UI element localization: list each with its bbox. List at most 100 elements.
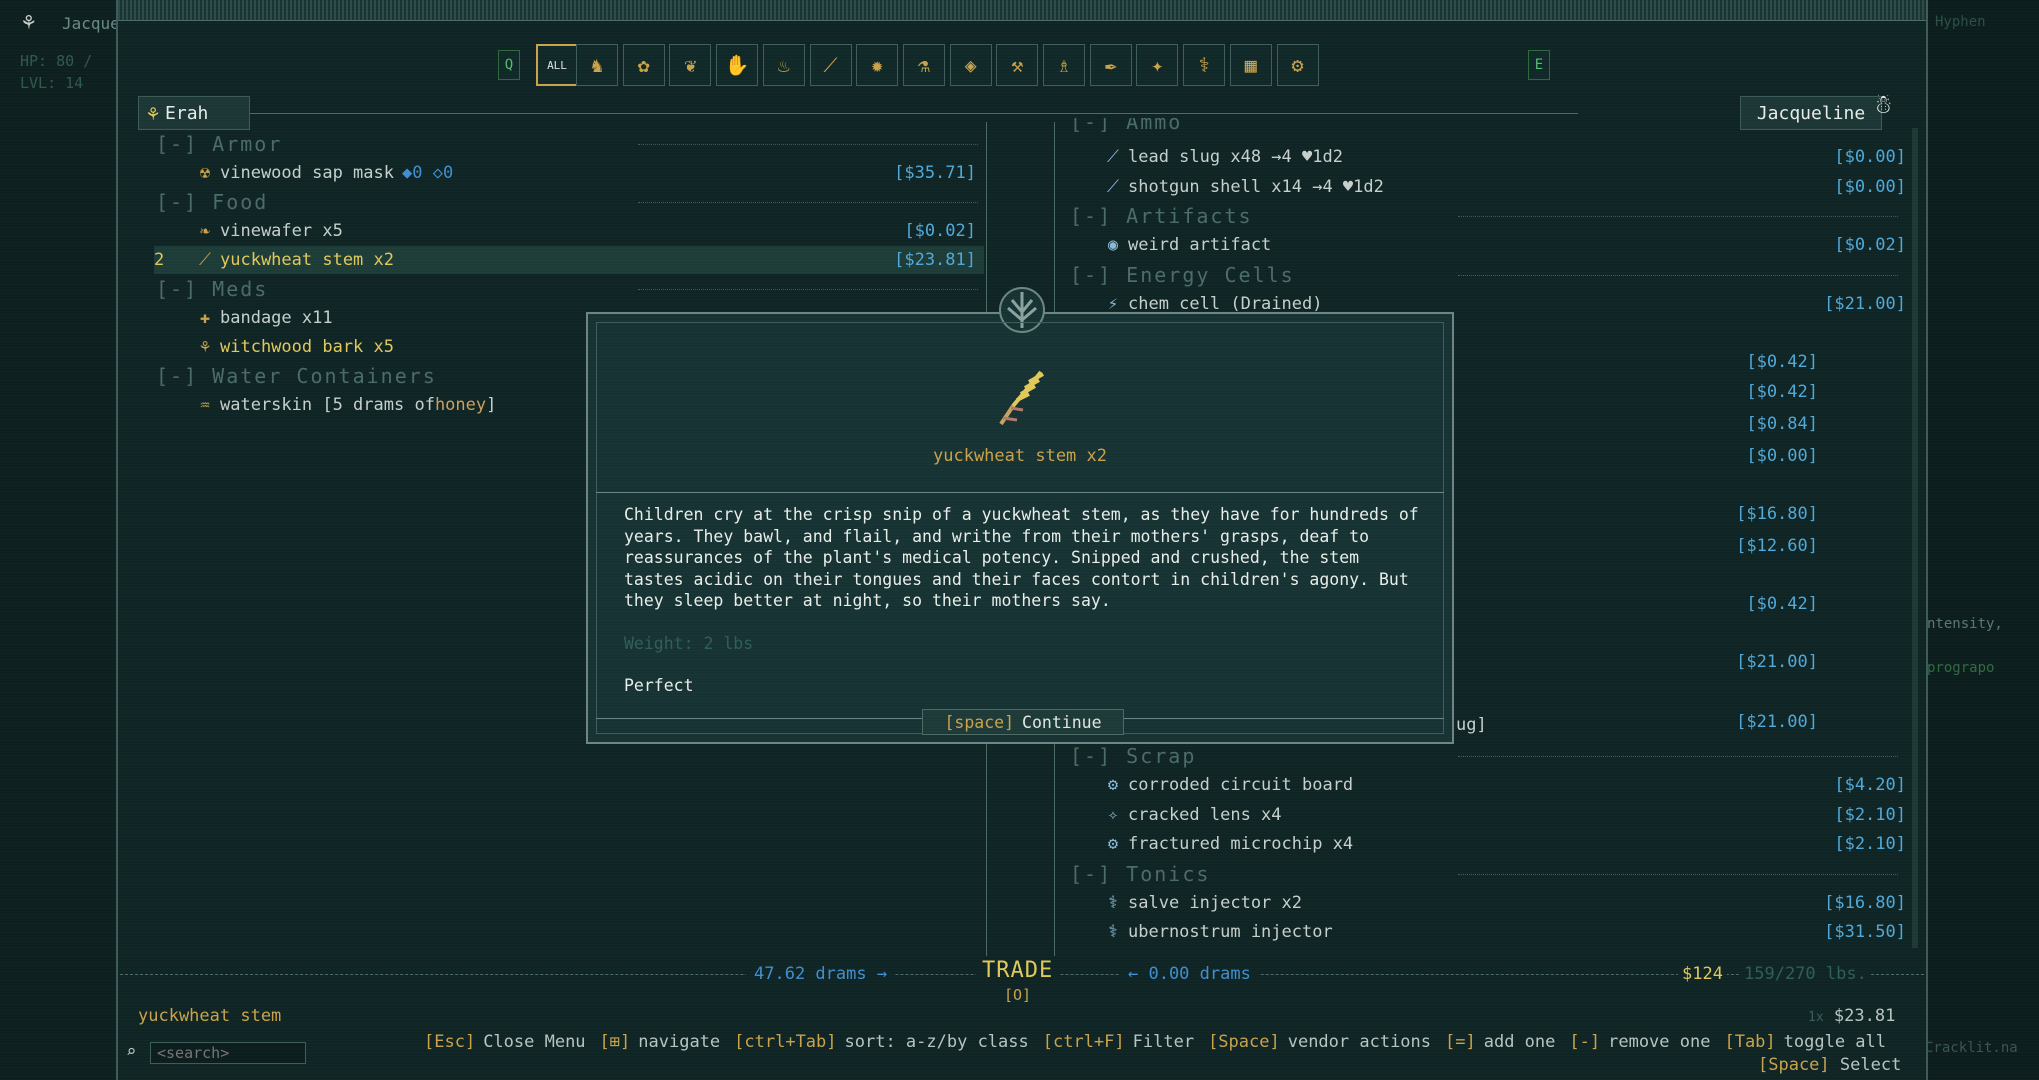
window-top-border	[118, 0, 1926, 21]
filter-feather-icon[interactable]: ✒	[1089, 44, 1132, 86]
keybind-hint[interactable]: [-] remove one	[1569, 1032, 1710, 1052]
item-name: fractured microchip x4	[1128, 834, 1354, 854]
filter-grenade-icon[interactable]: ✹	[856, 44, 899, 86]
inventory-item[interactable]: ⚙ corroded circuit board [$4.20]	[1102, 771, 1906, 799]
category-header[interactable]: [-] Water Containers	[156, 362, 437, 390]
item-icon: ⚕	[1107, 892, 1119, 913]
player-weight: 159/270 lbs.	[1740, 964, 1871, 984]
inventory-item[interactable]: ⚕ salve injector x2 [$16.80]	[1102, 889, 1906, 917]
search-icon: ⌕	[126, 1042, 137, 1062]
item-name: lead slug x48 →4 ♥1d2	[1128, 147, 1343, 167]
row-leader	[1458, 756, 1898, 758]
item-price: [$0.02]	[904, 221, 976, 241]
inventory-item[interactable]: ☢ vinewood sap mask ◆0 ◇0 [$35.71]	[154, 159, 984, 187]
hint-key: [Space]	[1208, 1032, 1280, 1052]
hint-label: vendor actions	[1287, 1032, 1432, 1052]
inventory-item[interactable]: ⚕ ubernostrum injector [$31.50]	[1102, 918, 1906, 946]
keybind-hint[interactable]: [Space] vendor actions	[1208, 1032, 1431, 1052]
row-leader	[1458, 274, 1898, 277]
vendor-scrollbar[interactable]	[1912, 128, 1918, 948]
filter-scrap-icon[interactable]: ⚙	[1276, 44, 1319, 86]
inventory-item[interactable]: ❧ vinewafer x5 [$0.02]	[154, 217, 984, 245]
keybind-hints: [Esc] Close Menu [⊞] navigate [ctrl+Tab] sort…	[424, 1032, 1900, 1052]
selected-item-name: yuckwheat stem	[138, 1006, 282, 1026]
selected-item-count: 1x	[1808, 1010, 1824, 1025]
filter-prev-key[interactable]: Q	[498, 50, 520, 80]
category-header[interactable]: [-] Food	[156, 188, 268, 216]
background-hud-left: ⚘ Jacque HP: 80 / LVL: 14	[0, 0, 120, 1080]
modal-item-title: yuckwheat stem x2	[933, 446, 1107, 466]
right-hud-text: Hyphen	[1935, 14, 1986, 30]
item-detail-modal: yuckwheat stem x2 Children cry at the cr…	[586, 287, 1454, 744]
continue-button[interactable]: [space] Continue	[922, 709, 1124, 735]
inventory-item[interactable]: ⟋ lead slug x48 →4 ♥1d2 [$0.00]	[1102, 143, 1906, 171]
hint-key: [Tab]	[1724, 1032, 1776, 1052]
category-header[interactable]: [-] Armor	[156, 130, 282, 158]
item-price: [$2.10]	[1834, 804, 1906, 825]
inventory-item[interactable]: ◉ weird artifact [$0.02]	[1102, 231, 1906, 259]
keybind-hint[interactable]: [=] add one	[1445, 1032, 1555, 1052]
inventory-item[interactable]: 2 ⟋ yuckwheat stem x2 [$23.81]	[154, 246, 984, 274]
keybind-hint[interactable]: [Tab] toggle all	[1724, 1032, 1886, 1052]
filter-all-button[interactable]: ALL	[536, 44, 578, 86]
item-price: [$21.00]	[1736, 712, 1818, 732]
filter-meat-icon[interactable]: ♨	[762, 44, 805, 86]
filter-tonic-icon[interactable]: ⚗	[902, 44, 945, 86]
filter-armor-icon[interactable]: ♞	[576, 44, 618, 86]
filter-light-icon[interactable]: ✦	[1136, 44, 1179, 86]
item-icon: ✧	[1107, 804, 1119, 825]
inventory-item[interactable]: ✧ cracked lens x4 [$2.10]	[1102, 801, 1906, 829]
item-icon: ☢	[199, 163, 211, 183]
select-key: [Space]	[1758, 1055, 1830, 1075]
right-hud-text: ntensity,	[1927, 616, 2003, 632]
category-header[interactable]: [-] Ammo	[1070, 118, 1182, 134]
item-price: [$0.42]	[1746, 352, 1818, 372]
filter-injector-icon[interactable]: ⚕	[1183, 44, 1226, 86]
filter-next-key[interactable]: E	[1528, 50, 1550, 80]
keybind-hint[interactable]: [Esc] Close Menu	[424, 1032, 586, 1052]
item-icon: ⟋	[1107, 176, 1119, 197]
item-name: corroded circuit board	[1128, 775, 1354, 795]
player-drams: 47.62 drams →	[746, 964, 896, 984]
select-hint[interactable]: [Space] Select	[1758, 1055, 1901, 1075]
trade-button[interactable]: TRADE	[976, 958, 1060, 983]
filter-trinket-icon[interactable]: ♗	[1043, 44, 1085, 86]
item-price: [$12.60]	[1736, 536, 1818, 556]
item-name: shotgun shell x14 →4 ♥1d2	[1128, 176, 1384, 197]
inventory-item[interactable]: ⚙ fractured microchip x4 [$2.10]	[1102, 830, 1906, 858]
filter-gloves-icon[interactable]: ✋	[716, 44, 759, 86]
filter-bar: Q ALL ♞ ✿ ❦ ✋ ♨ ⟋ ✹ ⚗ ◈ ⚒ ♗ ✒ ✦ ⚕ ▦ ⚙ E	[118, 44, 1926, 88]
item-price: [$16.80]	[1736, 504, 1818, 524]
item-name: bandage x11	[220, 308, 333, 328]
modal-divider	[596, 492, 1444, 493]
item-icon: ⚙	[1107, 834, 1119, 854]
filter-cell-icon[interactable]: ◈	[949, 44, 992, 86]
player-portrait-icon: ⚘	[147, 101, 160, 125]
vendor-name-tab: Jacqueline	[1740, 96, 1882, 130]
keybind-hint[interactable]: [ctrl+F] Filter	[1043, 1032, 1194, 1052]
filter-chest-icon[interactable]: ▦	[1229, 44, 1272, 86]
filter-axe-icon[interactable]: ⚒	[996, 44, 1039, 86]
filter-missile-icon[interactable]: ⟋	[809, 44, 852, 86]
vendor-drams: ← 0.00 drams	[1120, 964, 1259, 984]
header-separator	[250, 113, 1578, 114]
category-header[interactable]: [-] Meds	[156, 275, 268, 303]
item-quantity: 2	[154, 250, 165, 270]
row-leader	[638, 144, 978, 146]
player-money: $124	[1678, 964, 1727, 984]
search-input[interactable]	[150, 1042, 306, 1064]
liquid-name: honey	[434, 395, 487, 415]
filter-plant-icon[interactable]: ✿	[622, 44, 665, 86]
hint-key: [ctrl+Tab]	[734, 1032, 837, 1052]
row-leader	[1458, 873, 1898, 876]
filter-fruit-icon[interactable]: ❦	[669, 44, 712, 86]
hint-label: add one	[1483, 1032, 1556, 1052]
vendor-portrait-icon: ☃	[1876, 90, 1892, 120]
level-readout: LVL: 14	[20, 74, 84, 92]
select-label: Select	[1839, 1055, 1902, 1075]
player-name: Jacque	[62, 14, 120, 33]
keybind-hint[interactable]: [ctrl+Tab] sort: a-z/by class	[734, 1032, 1029, 1052]
item-price: [$0.42]	[1746, 594, 1818, 614]
keybind-hint[interactable]: [⊞] navigate	[600, 1032, 721, 1052]
inventory-item[interactable]: ⟋ shotgun shell x14 →4 ♥1d2 [$0.00]	[1102, 173, 1906, 201]
